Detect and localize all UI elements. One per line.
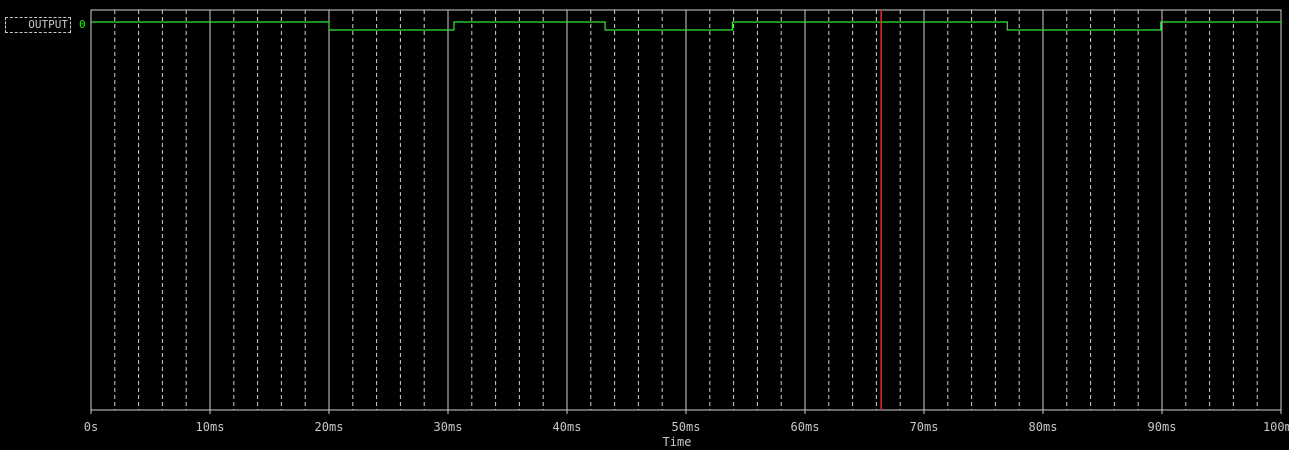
x-tick-label: 60ms	[791, 420, 820, 434]
signal-value: 0	[79, 18, 86, 31]
x-tick-label: 100ms	[1263, 420, 1289, 434]
x-tick-label: 40ms	[553, 420, 582, 434]
x-tick-label: 70ms	[910, 420, 939, 434]
x-tick-label: 80ms	[1029, 420, 1058, 434]
x-tick-label: 0s	[84, 420, 98, 434]
waveform-plot[interactable]: 0s 10ms 20ms 30ms 40ms 50ms 60ms 70ms 80ms 90ms 10…	[0, 0, 1289, 450]
x-tick-label: 10ms	[196, 420, 225, 434]
x-tick-label: 20ms	[315, 420, 344, 434]
signal-name-label: OUTPUT	[28, 18, 68, 31]
x-tick-labels: 0s 10ms 20ms 30ms 40ms 50ms 60ms 70ms 80ms 90ms 10…	[84, 420, 1289, 434]
x-tick-label: 50ms	[672, 420, 701, 434]
signal-name-box[interactable]: OUTPUT	[5, 17, 71, 33]
x-tick-label: 90ms	[1148, 420, 1177, 434]
x-tick-label: 30ms	[434, 420, 463, 434]
x-axis-label: Time	[663, 435, 692, 449]
major-grid	[90, 10, 1282, 414]
